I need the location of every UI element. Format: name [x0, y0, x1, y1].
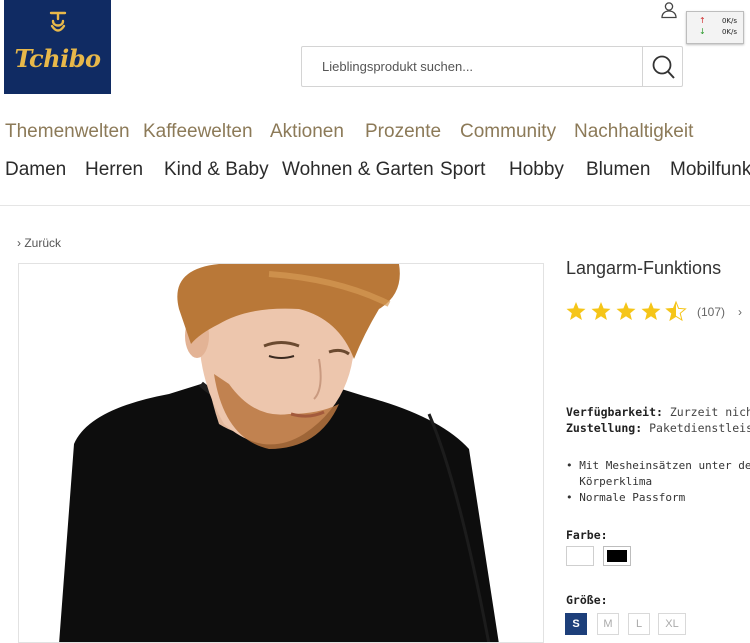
size-option-m[interactable]: M — [597, 613, 619, 635]
nav-item-community[interactable]: Community — [460, 121, 556, 143]
chevron-right-icon: › — [17, 236, 21, 250]
nav-item-damen[interactable]: Damen — [5, 159, 66, 181]
feature-item: • Mit Mesheinsätzen unter den A — [566, 458, 750, 474]
chevron-right-icon[interactable]: › — [738, 305, 742, 319]
color-swatch-fill — [607, 550, 627, 562]
color-swatch-black[interactable] — [603, 546, 631, 566]
back-link[interactable]: › Zurück — [17, 236, 61, 250]
tchibo-logo[interactable]: Tchibo — [4, 0, 111, 94]
star-full-icon — [616, 302, 636, 320]
availability-row: Verfügbarkeit: Zurzeit nicht v — [566, 405, 750, 419]
network-speed-widget: ↑ 0K/s ↓ 0K/s — [686, 11, 744, 44]
nav-item-aktionen[interactable]: Aktionen — [270, 121, 344, 143]
logo-wordmark: Tchibo — [14, 44, 101, 73]
user-account-icon[interactable] — [660, 1, 678, 19]
nav-divider — [0, 205, 750, 206]
nav-item-herren[interactable]: Herren — [85, 159, 143, 181]
download-arrow-icon: ↓ — [699, 27, 706, 36]
coffee-cup-icon — [49, 11, 67, 32]
upload-arrow-icon: ↑ — [699, 16, 706, 25]
feature-list: • Mit Mesheinsätzen unter den A Körperkl… — [566, 458, 750, 506]
delivery-label: Zustellung: — [566, 421, 643, 435]
feature-text: Normale Passform — [579, 491, 686, 504]
search-button[interactable] — [642, 47, 682, 86]
rating-count[interactable]: (107) — [697, 305, 725, 319]
product-title: Langarm-Funktions — [566, 258, 722, 278]
nav-item-prozente[interactable]: Prozente — [365, 121, 441, 143]
feature-text: Mit Mesheinsätzen unter den A — [579, 459, 750, 472]
product-photo-man-in-black-shirt — [59, 264, 499, 642]
nav-item-kaffeewelten[interactable]: Kaffeewelten — [143, 121, 253, 143]
delivery-row: Zustellung: Paketdienstleister — [566, 421, 750, 435]
star-rating[interactable] — [564, 300, 689, 322]
download-speed: 0K/s — [721, 28, 737, 36]
feature-text: Körperklima — [579, 475, 653, 488]
color-label: Farbe: — [566, 528, 608, 542]
star-full-icon — [591, 302, 611, 320]
color-swatch-white[interactable] — [566, 546, 594, 566]
feature-item: • Normale Passform — [566, 491, 686, 504]
nav-item-mobilfunk[interactable]: Mobilfunk — [670, 159, 750, 181]
nav-item-kind-baby[interactable]: Kind & Baby — [164, 159, 269, 181]
size-option-l[interactable]: L — [628, 613, 650, 635]
back-link-label: Zurück — [24, 236, 62, 250]
product-image[interactable] — [18, 263, 544, 643]
delivery-value: Paketdienstleister — [649, 421, 750, 435]
availability-value: Zurzeit nicht v — [669, 405, 750, 419]
upload-speed: 0K/s — [721, 17, 737, 25]
nav-item-wohnen-garten[interactable]: Wohnen & Garten — [282, 159, 434, 181]
rating-stars — [566, 301, 686, 321]
star-full-icon — [566, 302, 586, 320]
nav-item-nachhaltigkeit[interactable]: Nachhaltigkeit — [574, 121, 693, 143]
star-half-icon — [666, 301, 686, 321]
size-option-s[interactable]: S — [565, 613, 587, 635]
nav-item-themenwelten[interactable]: Themenwelten — [5, 121, 130, 143]
feature-item: Körperklima — [566, 474, 750, 490]
search-icon — [652, 55, 675, 79]
nav-item-blumen[interactable]: Blumen — [586, 159, 650, 181]
nav-item-hobby[interactable]: Hobby — [509, 159, 564, 181]
size-option-xl[interactable]: XL — [658, 613, 686, 635]
nav-item-sport[interactable]: Sport — [440, 159, 485, 181]
availability-label: Verfügbarkeit: — [566, 405, 663, 419]
search-bar — [301, 46, 683, 87]
star-full-icon — [641, 302, 661, 320]
search-input[interactable] — [302, 47, 642, 86]
size-label: Größe: — [566, 593, 608, 607]
